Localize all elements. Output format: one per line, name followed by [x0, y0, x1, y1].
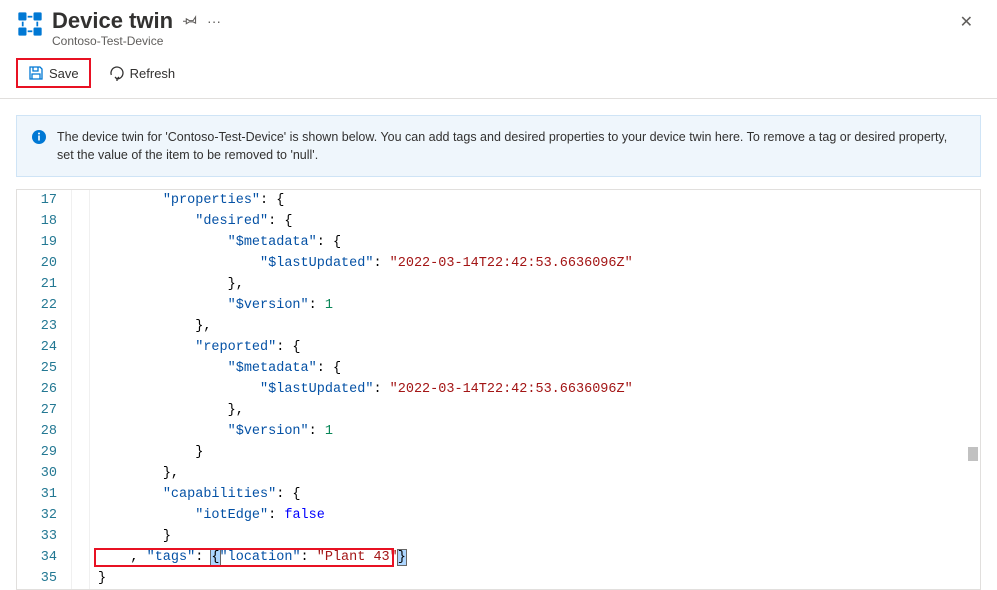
- more-icon[interactable]: ···: [207, 13, 221, 29]
- line-number: 29: [17, 442, 72, 463]
- pin-icon[interactable]: [183, 13, 197, 30]
- line-number: 22: [17, 295, 72, 316]
- fold-gutter: [72, 274, 90, 295]
- code-content[interactable]: "desired": {: [90, 211, 980, 232]
- scrollbar-thumb[interactable]: [968, 447, 978, 461]
- save-icon: [28, 65, 44, 81]
- code-content[interactable]: , "tags": {"location": "Plant 43"}: [90, 547, 980, 568]
- fold-gutter: [72, 295, 90, 316]
- code-content[interactable]: "$metadata": {: [90, 358, 980, 379]
- code-line[interactable]: 25 "$metadata": {: [17, 358, 980, 379]
- code-content[interactable]: }: [90, 568, 980, 589]
- fold-gutter: [72, 253, 90, 274]
- fold-gutter: [72, 463, 90, 484]
- fold-gutter: [72, 547, 90, 568]
- code-content[interactable]: "$metadata": {: [90, 232, 980, 253]
- line-number: 21: [17, 274, 72, 295]
- refresh-icon: [109, 65, 125, 81]
- code-content[interactable]: "iotEdge": false: [90, 505, 980, 526]
- code-line[interactable]: 21 },: [17, 274, 980, 295]
- code-line[interactable]: 19 "$metadata": {: [17, 232, 980, 253]
- code-line[interactable]: 32 "iotEdge": false: [17, 505, 980, 526]
- fold-gutter: [72, 400, 90, 421]
- code-line[interactable]: 17 "properties": {: [17, 190, 980, 211]
- scrollbar-track[interactable]: [966, 189, 980, 590]
- code-content[interactable]: "properties": {: [90, 190, 980, 211]
- code-line[interactable]: 33 }: [17, 526, 980, 547]
- code-editor[interactable]: 17 "properties": {18 "desired": {19 "$me…: [16, 189, 981, 590]
- fold-gutter: [72, 505, 90, 526]
- code-line[interactable]: 27 },: [17, 400, 980, 421]
- code-content[interactable]: },: [90, 463, 980, 484]
- code-line[interactable]: 29 }: [17, 442, 980, 463]
- line-number: 17: [17, 190, 72, 211]
- code-line[interactable]: 26 "$lastUpdated": "2022-03-14T22:42:53.…: [17, 379, 980, 400]
- code-content[interactable]: "$lastUpdated": "2022-03-14T22:42:53.663…: [90, 253, 980, 274]
- code-line[interactable]: 20 "$lastUpdated": "2022-03-14T22:42:53.…: [17, 253, 980, 274]
- fold-gutter: [72, 379, 90, 400]
- code-line[interactable]: 22 "$version": 1: [17, 295, 980, 316]
- line-number: 32: [17, 505, 72, 526]
- line-number: 35: [17, 568, 72, 589]
- code-line[interactable]: 23 },: [17, 316, 980, 337]
- code-content[interactable]: "capabilities": {: [90, 484, 980, 505]
- code-line[interactable]: 34 , "tags": {"location": "Plant 43"}: [17, 547, 980, 568]
- line-number: 34: [17, 547, 72, 568]
- fold-gutter: [72, 421, 90, 442]
- line-number: 19: [17, 232, 72, 253]
- code-content[interactable]: },: [90, 400, 980, 421]
- line-number: 30: [17, 463, 72, 484]
- fold-gutter: [72, 568, 90, 589]
- page-subtitle: Contoso-Test-Device: [52, 34, 952, 48]
- line-number: 26: [17, 379, 72, 400]
- toolbar: Save Refresh: [0, 54, 997, 99]
- info-text: The device twin for 'Contoso-Test-Device…: [57, 128, 966, 164]
- fold-gutter: [72, 358, 90, 379]
- code-line[interactable]: 18 "desired": {: [17, 211, 980, 232]
- code-line[interactable]: 30 },: [17, 463, 980, 484]
- line-number: 31: [17, 484, 72, 505]
- code-line[interactable]: 31 "capabilities": {: [17, 484, 980, 505]
- line-number: 20: [17, 253, 72, 274]
- code-content[interactable]: "$lastUpdated": "2022-03-14T22:42:53.663…: [90, 379, 980, 400]
- fold-gutter: [72, 526, 90, 547]
- fold-gutter: [72, 211, 90, 232]
- info-banner: The device twin for 'Contoso-Test-Device…: [16, 115, 981, 177]
- close-button[interactable]: ✕: [952, 8, 981, 36]
- fold-gutter: [72, 190, 90, 211]
- line-number: 25: [17, 358, 72, 379]
- highlight-box: [94, 548, 394, 567]
- refresh-label: Refresh: [130, 66, 176, 81]
- save-label: Save: [49, 66, 79, 81]
- code-line[interactable]: 28 "$version": 1: [17, 421, 980, 442]
- code-content[interactable]: "$version": 1: [90, 421, 980, 442]
- line-number: 24: [17, 337, 72, 358]
- fold-gutter: [72, 484, 90, 505]
- code-content[interactable]: }: [90, 442, 980, 463]
- save-button[interactable]: Save: [22, 62, 85, 84]
- code-content[interactable]: }: [90, 526, 980, 547]
- save-highlight-box: Save: [16, 58, 91, 88]
- line-number: 33: [17, 526, 72, 547]
- fold-gutter: [72, 232, 90, 253]
- refresh-button[interactable]: Refresh: [103, 62, 182, 84]
- code-content[interactable]: },: [90, 316, 980, 337]
- code-content[interactable]: "reported": {: [90, 337, 980, 358]
- line-number: 27: [17, 400, 72, 421]
- fold-gutter: [72, 337, 90, 358]
- line-number: 23: [17, 316, 72, 337]
- page-title: Device twin: [52, 8, 173, 34]
- line-number: 18: [17, 211, 72, 232]
- fold-gutter: [72, 316, 90, 337]
- line-number: 28: [17, 421, 72, 442]
- fold-gutter: [72, 442, 90, 463]
- code-content[interactable]: "$version": 1: [90, 295, 980, 316]
- code-line[interactable]: 24 "reported": {: [17, 337, 980, 358]
- info-icon: [31, 129, 47, 145]
- code-content[interactable]: },: [90, 274, 980, 295]
- device-twin-icon: [16, 10, 44, 38]
- code-line[interactable]: 35}: [17, 568, 980, 589]
- page-header: Device twin ··· Contoso-Test-Device ✕: [0, 0, 997, 54]
